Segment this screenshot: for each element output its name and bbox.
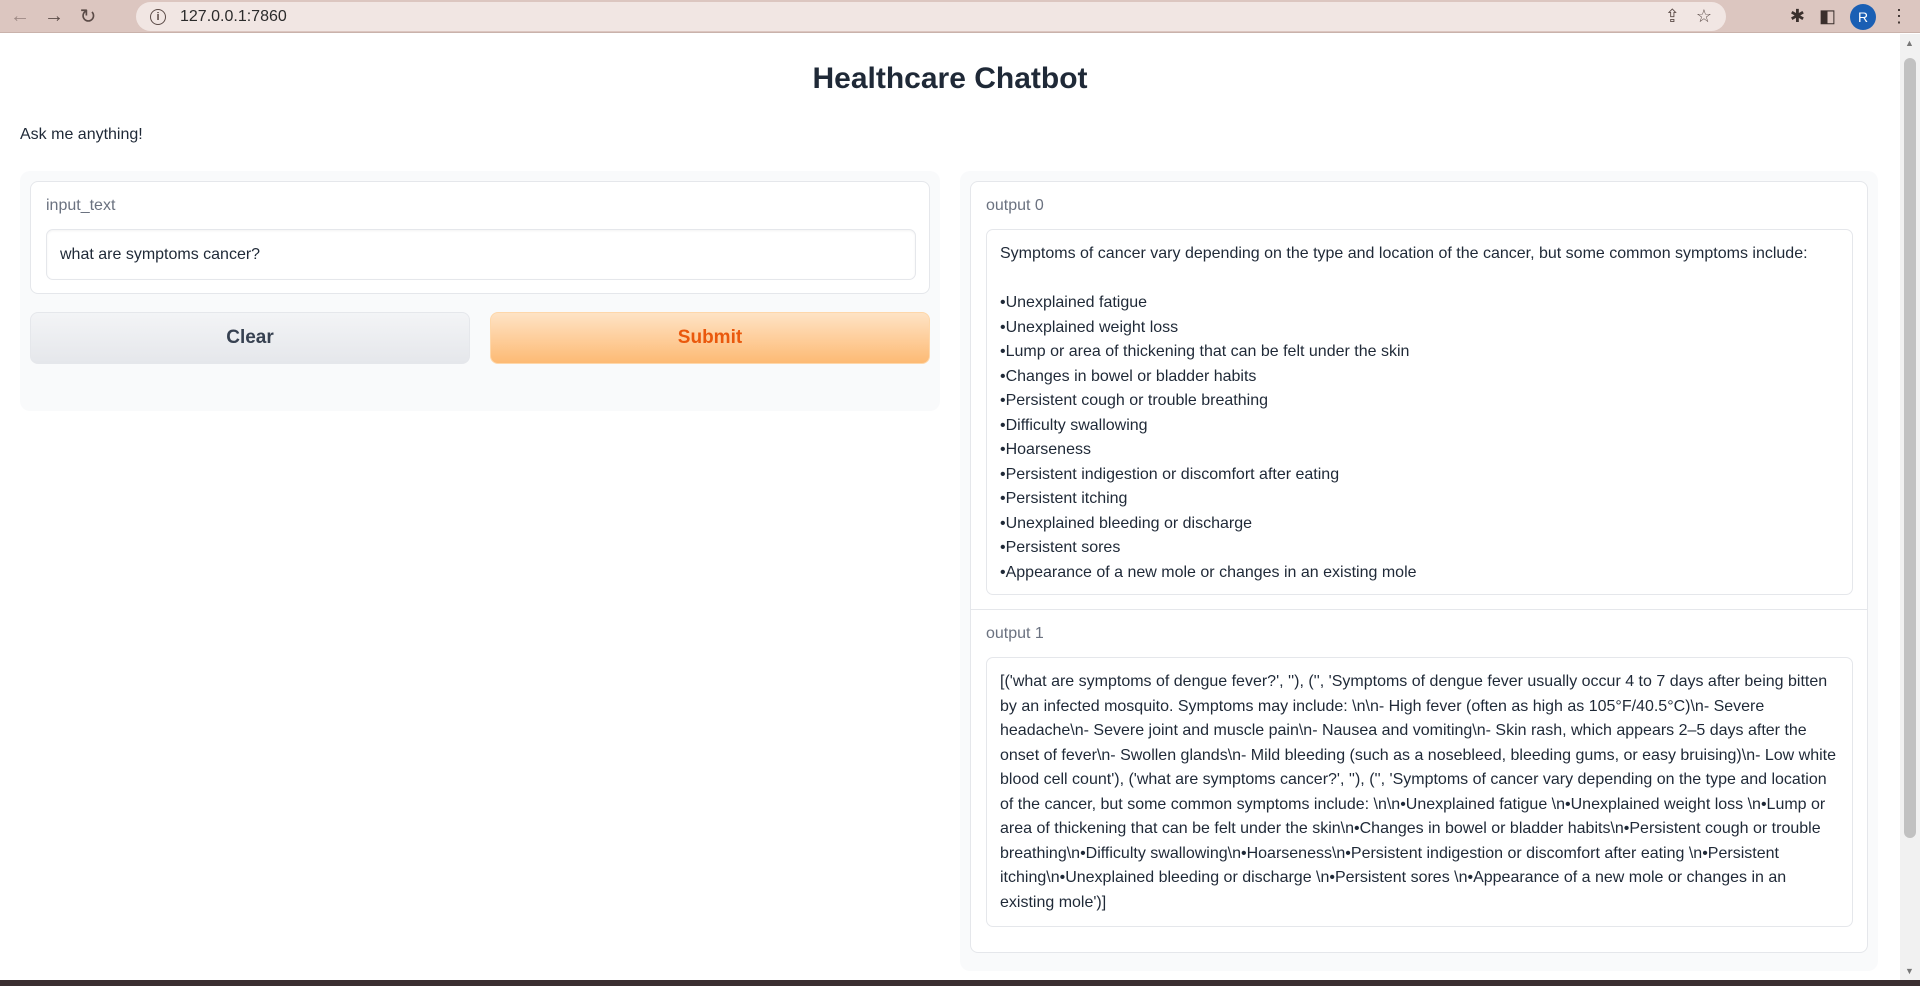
page-description: Ask me anything!: [20, 126, 143, 143]
input-text-field[interactable]: what are symptoms cancer?: [46, 229, 916, 280]
forward-arrow-icon[interactable]: →: [40, 2, 68, 30]
side-panel-icon[interactable]: ◧: [1819, 6, 1836, 27]
input-panel: input_text what are symptoms cancer?: [20, 171, 940, 411]
address-bar[interactable]: i 127.0.0.1:7860 ⇪ ☆: [136, 2, 1726, 31]
scroll-up-icon[interactable]: ▲: [1905, 38, 1914, 48]
output-panel: output 0 Symptoms of cancer vary dependi…: [960, 171, 1878, 971]
taskbar-edge: [0, 980, 1920, 986]
url-text: 127.0.0.1:7860: [180, 7, 287, 25]
scroll-down-icon[interactable]: ▼: [1905, 966, 1914, 976]
output-0-textbox[interactable]: Symptoms of cancer vary depending on the…: [986, 229, 1853, 595]
profile-avatar[interactable]: R: [1850, 3, 1876, 30]
app-page: Healthcare Chatbot Ask me anything! inpu…: [0, 34, 1900, 980]
output-1-label: output 1: [986, 625, 1044, 642]
input-text-value: what are symptoms cancer?: [60, 245, 261, 263]
menu-kebab-icon[interactable]: ⋮: [1890, 6, 1908, 27]
bookmark-star-icon[interactable]: ☆: [1696, 6, 1712, 27]
share-icon[interactable]: ⇪: [1665, 6, 1680, 27]
output-card: output 0 Symptoms of cancer vary dependi…: [970, 181, 1868, 953]
output-divider: [971, 609, 1867, 610]
output-1-textbox[interactable]: [('what are symptoms of dengue fever?', …: [986, 657, 1853, 927]
clear-button[interactable]: Clear: [30, 312, 470, 364]
site-info-icon[interactable]: i: [150, 8, 166, 25]
extensions-icon[interactable]: ✱: [1790, 6, 1805, 27]
browser-toolbar: ← → ↻ i 127.0.0.1:7860 ⇪ ☆ ✱ ◧ R ⋮: [0, 0, 1920, 33]
back-arrow-icon[interactable]: ←: [6, 2, 34, 30]
input-text-block: input_text what are symptoms cancer?: [30, 181, 930, 294]
page-title: Healthcare Chatbot: [812, 62, 1088, 95]
output-0-label: output 0: [986, 197, 1044, 214]
input-text-label: input_text: [46, 197, 116, 214]
reload-icon[interactable]: ↻: [74, 2, 102, 30]
scrollbar-thumb[interactable]: [1904, 58, 1916, 838]
submit-button[interactable]: Submit: [490, 312, 930, 364]
page-scrollbar[interactable]: ▲ ▼: [1900, 34, 1920, 980]
